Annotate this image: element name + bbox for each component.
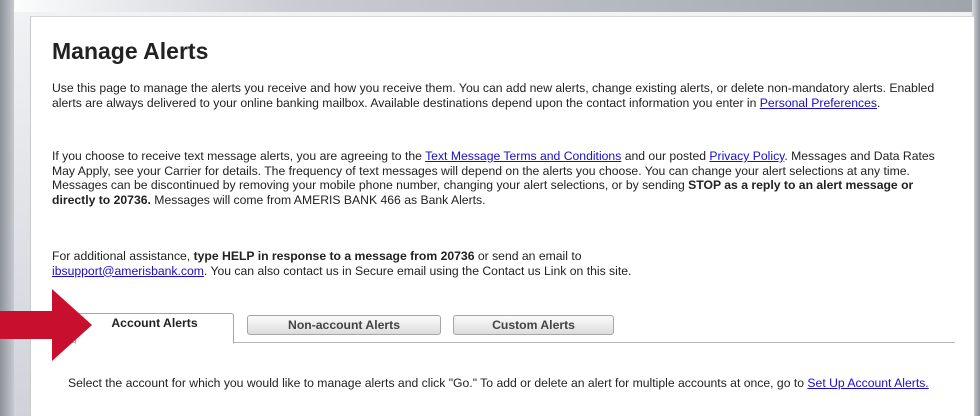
assistance-text-1: For additional assistance, xyxy=(52,249,194,263)
window-top-shade xyxy=(0,0,980,12)
personal-preferences-link[interactable]: Personal Preferences xyxy=(760,96,877,110)
account-selection-instructions: Select the account for which you would l… xyxy=(68,376,958,391)
set-up-account-alerts-link[interactable]: Set Up Account Alerts. xyxy=(807,376,928,390)
assistance-text-2: or send an email to xyxy=(474,249,582,263)
assistance-paragraph: For additional assistance, type HELP in … xyxy=(52,249,957,278)
intro-paragraph: Use this page to manage the alerts you r… xyxy=(52,81,957,110)
main-panel: Manage Alerts Use this page to manage th… xyxy=(30,16,974,416)
tab-non-account-alerts[interactable]: Non-account Alerts xyxy=(247,315,441,335)
arrow-right-icon xyxy=(0,289,92,361)
intro-text-end: . xyxy=(876,95,881,110)
page-title: Manage Alerts xyxy=(52,38,209,64)
text-message-terms-link[interactable]: Text Message Terms and Conditions xyxy=(425,149,621,163)
text-alerts-text-2: and our posted xyxy=(621,149,710,163)
help-instruction: type HELP in response to a message from … xyxy=(193,249,475,263)
tab-custom-alerts[interactable]: Custom Alerts xyxy=(453,315,614,335)
assistance-text-3: . You can also contact us in Secure emai… xyxy=(203,263,632,278)
account-selection-text: Select the account for which you would l… xyxy=(68,376,808,390)
text-alerts-text-1: If you choose to receive text message al… xyxy=(52,149,426,163)
support-email-link[interactable]: ibsupport@amerisbank.com xyxy=(52,264,204,278)
text-alerts-text-4: Messages will come from AMERIS BANK 466 … xyxy=(150,192,486,207)
privacy-policy-link[interactable]: Privacy Policy xyxy=(709,149,784,163)
text-alerts-paragraph: If you choose to receive text message al… xyxy=(52,149,957,207)
tab-account-alerts[interactable]: Account Alerts xyxy=(75,313,234,344)
